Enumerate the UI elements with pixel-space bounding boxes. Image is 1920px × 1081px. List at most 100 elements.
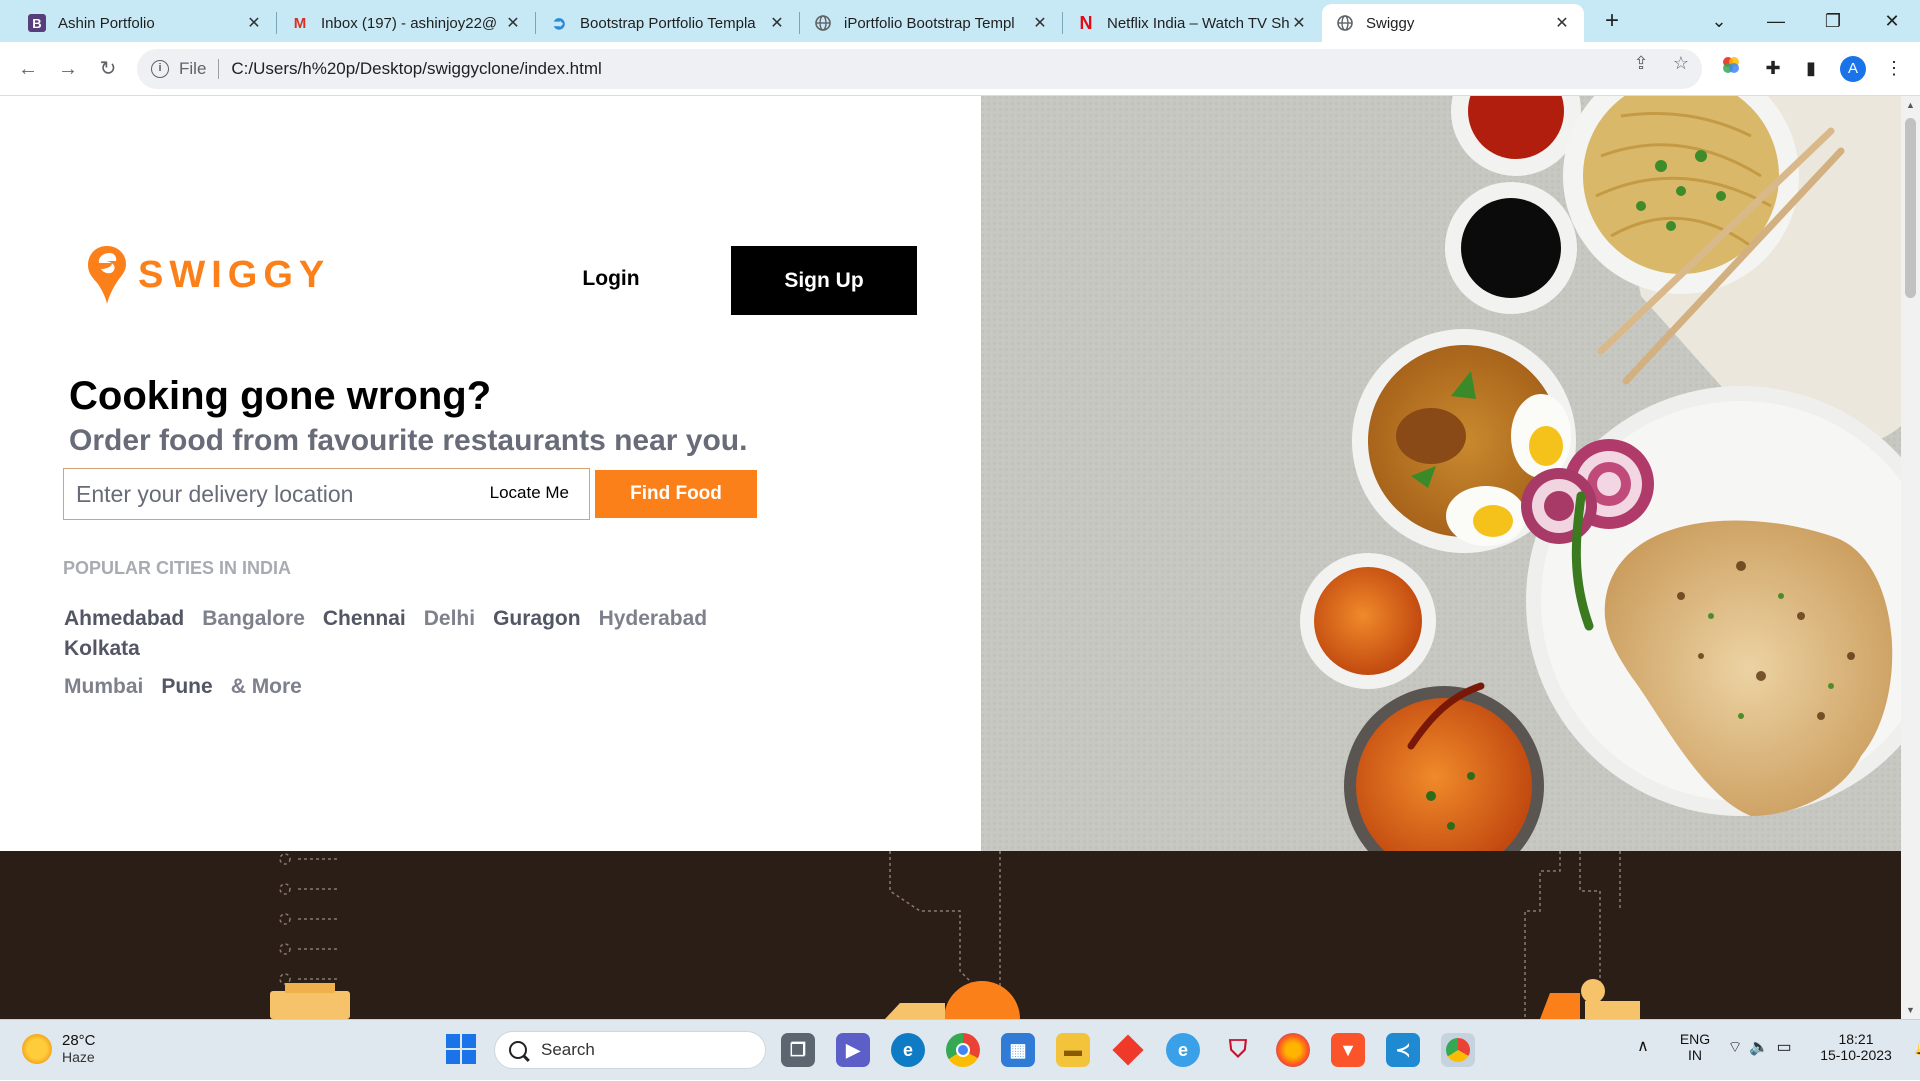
close-window-icon[interactable]: ✕ (1872, 6, 1912, 36)
wifi-icon[interactable]: ⌔ (1724, 1037, 1746, 1057)
menu-kebab-icon[interactable]: ⋮ (1881, 55, 1907, 81)
city-link[interactable]: Ahmedabad (64, 608, 184, 630)
scroll-down-arrow[interactable]: ▼ (1901, 1005, 1920, 1015)
city-link[interactable]: Delhi (424, 608, 475, 630)
browser-tab-strip: B Ashin Portfolio ✕ M Inbox (197) - ashi… (0, 0, 1920, 42)
city-link[interactable]: Mumbai (64, 676, 143, 698)
swiggy-pin-icon (88, 246, 126, 304)
firefox-icon[interactable] (1276, 1033, 1310, 1067)
notification-bell-icon[interactable]: 🔔 (1913, 1037, 1920, 1057)
city-link[interactable]: Hyderabad (599, 608, 708, 630)
color-extension-icon[interactable] (1718, 55, 1744, 81)
tab-iportfolio[interactable]: iPortfolio Bootstrap Templ ✕ (800, 4, 1062, 42)
chrome-profile-icon[interactable] (1441, 1033, 1475, 1067)
internet-explorer-icon[interactable]: e (1166, 1033, 1200, 1067)
mcafee-icon[interactable]: ⛉ (1221, 1033, 1255, 1067)
close-tab-icon[interactable]: ✕ (1030, 13, 1050, 33)
bookmark-star-icon[interactable]: ☆ (1670, 52, 1692, 74)
hero-food-image (981, 96, 1901, 851)
city-link[interactable]: Bangalore (202, 608, 305, 630)
scroll-up-arrow[interactable]: ▲ (1901, 100, 1920, 110)
brave-icon[interactable]: ▼ (1331, 1033, 1365, 1067)
tab-title: Bootstrap Portfolio Templa (580, 14, 756, 32)
profile-avatar[interactable]: A (1840, 56, 1866, 82)
chrome-icon[interactable] (946, 1033, 980, 1067)
new-tab-button[interactable]: + (1597, 6, 1627, 36)
tab-search-icon[interactable]: ⌄ (1699, 6, 1739, 36)
globe-icon (1336, 14, 1354, 32)
signup-button[interactable]: Sign Up (731, 246, 917, 315)
swiggy-logo[interactable]: SWIGGY (86, 244, 330, 306)
bootstrap-made-icon: ➲ (551, 12, 567, 33)
page-viewport: SWIGGY Login Sign Up Cooking gone wrong?… (0, 96, 1901, 1019)
tray-overflow-chevron-icon[interactable]: ∧ (1628, 1036, 1658, 1056)
tab-title: Inbox (197) - ashinjoy22@ (321, 14, 498, 32)
tab-bootstrap-portfolio[interactable]: ➲ Bootstrap Portfolio Templa ✕ (536, 4, 799, 42)
microsoft-store-icon[interactable]: ▦ (1001, 1033, 1035, 1067)
forward-icon[interactable]: → (54, 55, 82, 83)
city-illustration (270, 851, 1640, 1019)
teams-chat-icon[interactable]: ▶ (836, 1033, 870, 1067)
scrollbar-thumb[interactable] (1905, 118, 1916, 298)
page-subtitle: Order food from favourite restaurants ne… (69, 424, 748, 457)
url-text: C:/Users/h%20p/Desktop/swiggyclone/index… (231, 59, 602, 78)
tab-gmail-inbox[interactable]: M Inbox (197) - ashinjoy22@ ✕ (277, 4, 535, 42)
tab-ashin-portfolio[interactable]: B Ashin Portfolio ✕ (14, 4, 276, 42)
delivery-location-field: Locate Me (63, 468, 590, 520)
weather-condition: Haze (62, 1049, 95, 1065)
tab-title: Netflix India – Watch TV Sh (1107, 14, 1289, 32)
brand-wordmark: SWIGGY (138, 253, 331, 296)
find-food-button[interactable]: Find Food (595, 470, 757, 518)
region-code: IN (1688, 1047, 1702, 1063)
battery-icon[interactable]: ▭ (1772, 1037, 1796, 1057)
minimize-icon[interactable]: — (1756, 6, 1796, 36)
city-link[interactable]: Guragon (493, 608, 581, 630)
address-bar[interactable]: i File C:/Users/h%20p/Desktop/swiggyclon… (137, 49, 1702, 89)
file-explorer-icon[interactable]: ▬ (1056, 1033, 1090, 1067)
city-link[interactable]: & More (231, 676, 302, 698)
language-indicator[interactable]: ENG IN (1675, 1031, 1715, 1063)
vscode-icon[interactable]: ≺ (1386, 1033, 1420, 1067)
page-scrollbar[interactable]: ▲ ▼ (1901, 96, 1920, 1019)
language-code: ENG (1679, 1031, 1711, 1047)
login-button[interactable]: Login (545, 246, 677, 312)
close-tab-icon[interactable]: ✕ (503, 13, 523, 33)
extensions-puzzle-icon[interactable]: ✚ (1760, 55, 1786, 81)
divider (218, 59, 220, 79)
city-link[interactable]: Kolkata (64, 638, 140, 660)
city-link[interactable]: Chennai (323, 608, 406, 630)
clock[interactable]: 18:21 15-10-2023 (1810, 1031, 1902, 1063)
share-icon[interactable]: ⇪ (1630, 52, 1652, 74)
globe-icon (814, 14, 832, 32)
task-view-icon[interactable]: ❐ (781, 1033, 815, 1067)
haze-weather-icon (22, 1033, 52, 1064)
search-icon (509, 1041, 527, 1059)
close-tab-icon[interactable]: ✕ (767, 13, 787, 33)
taskbar-search[interactable]: Search (494, 1031, 766, 1069)
city-link[interactable]: Pune (161, 676, 212, 698)
close-tab-icon[interactable]: ✕ (244, 13, 264, 33)
taskbar-search-label: Search (541, 1040, 595, 1059)
tab-title: iPortfolio Bootstrap Templ (844, 14, 1015, 32)
back-icon[interactable]: ← (14, 55, 42, 83)
close-tab-icon[interactable]: ✕ (1289, 13, 1309, 33)
edge-icon[interactable]: e (891, 1033, 925, 1067)
reload-icon[interactable]: ↻ (94, 55, 122, 83)
clock-time: 18:21 (1838, 1031, 1874, 1047)
tab-swiggy[interactable]: Swiggy ✕ (1322, 4, 1584, 42)
browser-toolbar: ← → ↻ i File C:/Users/h%20p/Desktop/swig… (0, 42, 1920, 96)
close-tab-icon[interactable]: ✕ (1552, 13, 1572, 33)
delivery-location-input[interactable] (64, 480, 464, 508)
bootstrap-icon: B (28, 14, 46, 32)
side-panel-icon[interactable]: ▮ (1798, 55, 1824, 81)
locate-me-button[interactable]: Locate Me (490, 483, 569, 503)
weather-widget[interactable]: 28°C Haze (22, 1032, 96, 1065)
anydesk-icon[interactable] (1111, 1033, 1145, 1067)
info-icon[interactable]: i (151, 60, 169, 78)
windows-taskbar: 28°C Haze Search ❐ ▶ e ▦ ▬ e ⛉ ▼ ≺ ∧ ENG… (0, 1019, 1920, 1080)
windows-start-icon[interactable] (446, 1034, 476, 1064)
volume-icon[interactable]: 🔈 (1748, 1037, 1770, 1057)
tab-netflix[interactable]: N Netflix India – Watch TV Sh ✕ (1063, 4, 1321, 42)
restore-icon[interactable]: ❐ (1813, 6, 1853, 36)
clock-date: 15-10-2023 (1820, 1047, 1892, 1063)
